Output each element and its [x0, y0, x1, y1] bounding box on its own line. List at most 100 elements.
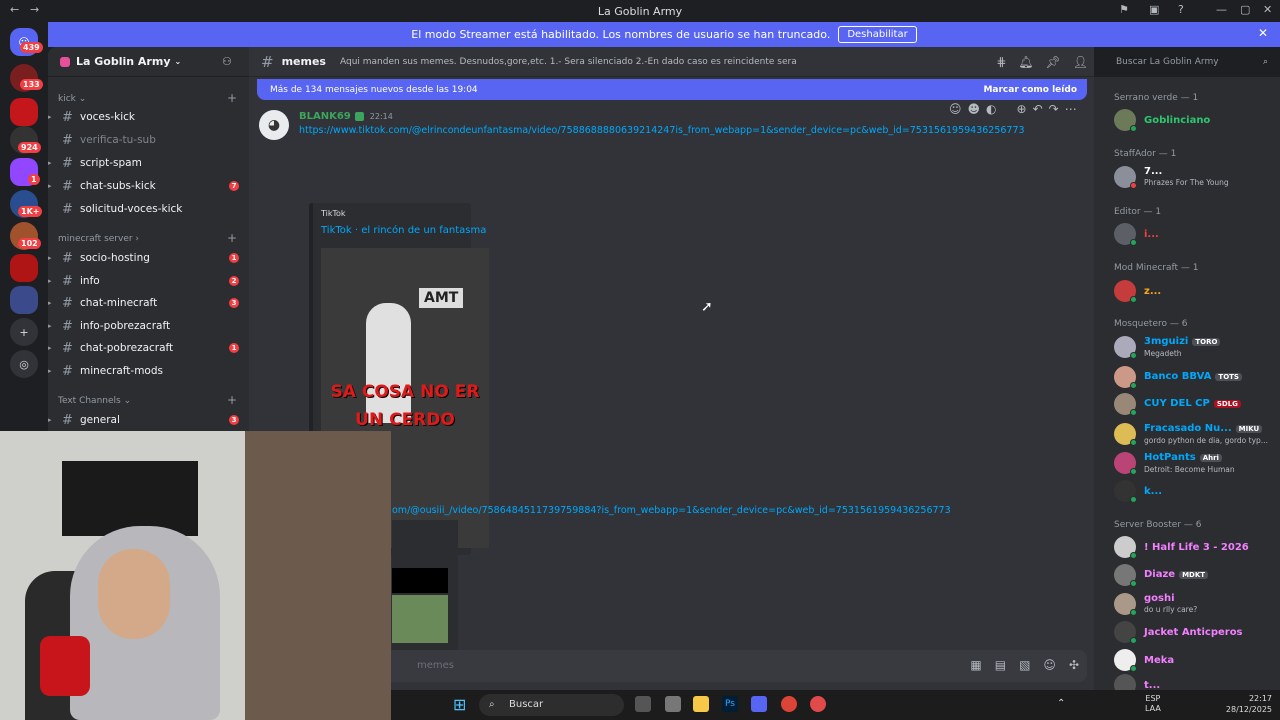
channel-verifica-tu-sub[interactable]: # verifica-tu-sub [48, 130, 249, 150]
tray-overflow-icon[interactable]: ⌃ [1057, 698, 1065, 709]
hash-icon: # [261, 52, 274, 71]
channel-chat-pobrezacraft[interactable]: ▸ # chat-pobrezacraft 1 [48, 338, 249, 358]
member-name: 3mguizi TORO [1144, 336, 1221, 348]
channel-name: voces-kick [80, 111, 135, 123]
video-embed[interactable] [392, 520, 458, 650]
reaction-emoji-icon[interactable]: ◐ [986, 102, 996, 116]
close-banner-icon[interactable]: ✕ [1258, 26, 1268, 40]
photoshop-icon[interactable]: Ps [722, 696, 738, 712]
category-kick[interactable]: kick ⌄ [58, 94, 86, 104]
add-channel-icon[interactable]: + [227, 231, 237, 245]
member-item[interactable]: 7... Phrazes For The Young [1114, 165, 1274, 189]
member-item[interactable]: goshi do u rlly care? [1114, 592, 1274, 616]
member-item[interactable]: Diaze MDKT [1114, 563, 1274, 587]
gift-icon[interactable]: ▦ [970, 658, 981, 672]
app-icon[interactable] [810, 696, 826, 712]
category-minecraft-server[interactable]: minecraft server › [58, 234, 139, 244]
member-item[interactable]: i... [1114, 222, 1274, 246]
server-icon[interactable] [10, 98, 38, 126]
taskbar-search[interactable]: ⌕ Buscar [479, 694, 624, 716]
mark-as-read-button[interactable]: Marcar como leído [983, 85, 1077, 95]
gif-icon[interactable]: ▤ [995, 658, 1006, 672]
channel-socio-hosting[interactable]: ▸ # socio-hosting 1 [48, 248, 249, 268]
member-item[interactable]: ! Half Life 3 - 2026 [1114, 535, 1274, 559]
member-item[interactable]: Banco BBVA TOTS [1114, 365, 1274, 389]
member-item[interactable]: k... [1114, 479, 1274, 503]
new-messages-text: Más de 134 mensajes nuevos desde las 19:… [270, 84, 478, 95]
channel-general[interactable]: ▸ # general 3 [48, 410, 249, 430]
clock[interactable]: 22:17 28/12/2025 [1226, 693, 1272, 715]
message-author[interactable]: BLANK69 22:14 [299, 111, 393, 122]
hash-icon: # [62, 132, 73, 148]
forward-icon[interactable]: ↷ [1049, 102, 1059, 116]
member-item[interactable]: Meka [1114, 648, 1274, 672]
embed-title[interactable]: TikTok · el rincón de un fantasma [321, 225, 486, 236]
member-item[interactable]: Jacket Anticperos [1114, 620, 1274, 644]
member-status: Detroit: Become Human [1144, 464, 1235, 474]
message-link[interactable]: om/@ousiii_/video/7586484511739759884?is… [392, 505, 951, 516]
channel-voces-kick[interactable]: ▸ # voces-kick [48, 107, 249, 127]
category-text-channels[interactable]: Text Channels ⌄ [58, 396, 131, 406]
message-link[interactable]: https://www.tiktok.com/@elrincondeunfant… [299, 125, 1025, 136]
reaction-emoji-icon[interactable]: ☻ [968, 102, 981, 116]
video-thumbnail [392, 568, 448, 593]
screen-icon[interactable]: ▣ [1149, 3, 1159, 16]
minimize-icon[interactable]: — [1216, 3, 1227, 16]
member-item[interactable]: CUY DEL CP SDLG [1114, 392, 1274, 416]
maximize-icon[interactable]: ▢ [1240, 3, 1250, 16]
inbox-flag-icon[interactable]: ⚑ [1119, 3, 1129, 16]
close-icon[interactable]: ✕ [1263, 3, 1272, 16]
app-icon[interactable] [665, 696, 681, 712]
channel-chat-minecraft[interactable]: ▸ # chat-minecraft 3 [48, 293, 249, 313]
video-thumbnail [392, 595, 448, 643]
avatar [1114, 366, 1137, 389]
add-reaction-icon[interactable]: ⊕ [1017, 102, 1027, 116]
notifications-icon[interactable]: 🔔︎ [1018, 55, 1033, 69]
member-item[interactable]: z... [1114, 279, 1274, 303]
member-item[interactable]: HotPants Ahri Detroit: Become Human [1114, 451, 1274, 475]
apps-icon[interactable]: ✣ [1069, 658, 1079, 672]
channel-topic[interactable]: Aqui manden sus memes. Desnudos,gore,etc… [340, 57, 800, 67]
threads-icon[interactable]: ⋕ [996, 55, 1006, 69]
unread-marker: ▸ [48, 159, 52, 167]
language-indicator[interactable]: ESP LAA [1145, 694, 1161, 714]
search-input[interactable]: Buscar La Goblin Army ⌕ [1110, 52, 1274, 72]
avatar [1114, 166, 1137, 189]
server-icon[interactable] [10, 286, 38, 314]
channel-chat-subs-kick[interactable]: ▸ # chat-subs-kick 7 [48, 176, 249, 196]
windows-start-icon[interactable]: ⊞ [453, 695, 466, 714]
member-item[interactable]: Fracasado Nu... MIKU gordo python de dia, … [1114, 422, 1274, 446]
member-list-icon[interactable]: 👤︎ [1073, 55, 1088, 69]
add-channel-icon[interactable]: + [227, 91, 237, 105]
disable-streamer-button[interactable]: Deshabilitar [838, 26, 917, 43]
member-item[interactable]: Goblinciano [1114, 108, 1274, 132]
channel-minecraft-mods[interactable]: ▸ # minecraft-mods [48, 361, 249, 381]
task-view-icon[interactable] [635, 696, 651, 712]
emoji-icon[interactable]: ☺ [1043, 658, 1056, 672]
reaction-emoji-icon[interactable]: ☺ [949, 102, 962, 116]
guild-header[interactable]: La Goblin Army ⌄ ⚇ [48, 47, 249, 77]
invite-people-icon[interactable]: ⚇ [222, 55, 232, 68]
channel-info-pobrezacraft[interactable]: ▸ # info-pobrezacraft [48, 316, 249, 336]
help-icon[interactable]: ? [1178, 3, 1184, 16]
channel-solicitud-voces-kick[interactable]: # solicitud-voces-kick [48, 199, 249, 219]
member-item[interactable]: t... [1114, 673, 1274, 690]
server-icon[interactable] [10, 254, 38, 282]
channel-info[interactable]: ▸ # info 2 [48, 271, 249, 291]
search-placeholder: Buscar La Goblin Army [1116, 57, 1219, 67]
reply-icon[interactable]: ↶ [1033, 102, 1043, 116]
new-messages-bar[interactable]: Más de 134 mensajes nuevos desde las 19:… [257, 79, 1087, 100]
file-explorer-icon[interactable] [693, 696, 709, 712]
add-server-icon[interactable]: + [10, 318, 38, 346]
discord-icon[interactable] [751, 696, 767, 712]
channel-script-spam[interactable]: ▸ # script-spam [48, 153, 249, 173]
avatar [1114, 621, 1137, 644]
discover-icon[interactable]: ◎ [10, 350, 38, 378]
pin-icon[interactable]: 📌︎ [1046, 55, 1061, 69]
add-channel-icon[interactable]: + [227, 393, 237, 407]
chrome-icon[interactable] [781, 696, 797, 712]
member-item[interactable]: 3mguizi TORO Megadeth [1114, 335, 1274, 359]
avatar[interactable]: ◕ [259, 110, 289, 140]
sticker-icon[interactable]: ▧ [1019, 658, 1030, 672]
more-icon[interactable]: ⋯ [1065, 102, 1077, 116]
